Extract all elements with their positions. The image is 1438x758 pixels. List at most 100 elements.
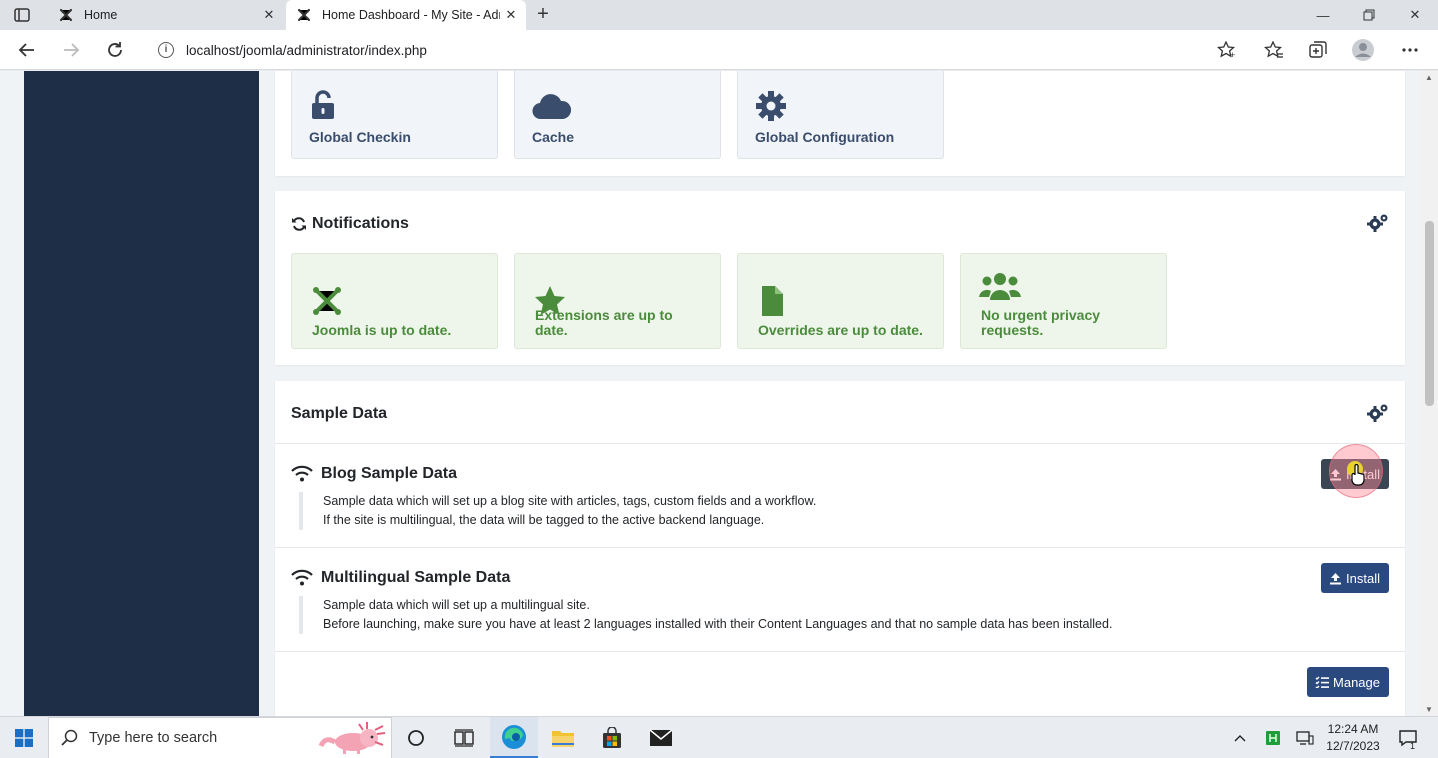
windows-start-icon[interactable] xyxy=(0,717,48,758)
unlock-icon xyxy=(312,90,334,119)
left-gutter xyxy=(0,71,24,716)
description-line: Sample data which will set up a multilin… xyxy=(323,598,590,612)
address-bar-row: i localhost/joomla/administrator/index.p… xyxy=(0,30,1438,70)
refresh-icon[interactable] xyxy=(102,38,128,62)
joomla-icon xyxy=(313,287,341,315)
windows-taskbar: Type here to search 12:24 AM 12/7/2023 1 xyxy=(0,716,1438,758)
notifications-title-text: Notifications xyxy=(312,215,409,232)
list-check-icon xyxy=(1315,676,1330,688)
button-label: Install xyxy=(1346,570,1380,586)
users-icon xyxy=(979,273,1021,300)
wifi-icon xyxy=(291,569,313,586)
restore-icon[interactable] xyxy=(1346,0,1392,30)
divider xyxy=(275,547,1405,548)
page-scrollbar[interactable]: ▲ ▼ xyxy=(1421,71,1438,716)
module-options-icon[interactable] xyxy=(1367,403,1389,423)
sample-data-card: Sample Data Blog Sample Data Sample data… xyxy=(275,381,1405,716)
button-label: Manage xyxy=(1333,674,1380,690)
quickicon-label: Global Checkin xyxy=(309,129,411,145)
joomla-favicon-icon xyxy=(59,8,73,22)
quickicon-label: Global Configuration xyxy=(755,129,895,145)
module-options-icon[interactable] xyxy=(1367,213,1389,233)
tab-home-dashboard[interactable]: Home Dashboard - My Site - Administratio… xyxy=(286,0,526,30)
joomla-favicon-icon xyxy=(297,8,311,22)
close-tab-icon[interactable]: ✕ xyxy=(262,8,276,22)
close-window-icon[interactable]: ✕ xyxy=(1392,0,1438,30)
scrollbar-thumb[interactable] xyxy=(1425,221,1434,406)
search-icon xyxy=(61,729,78,746)
blog-sample-data-title: Blog Sample Data xyxy=(291,465,457,483)
quickicon-global-checkin[interactable]: Global Checkin xyxy=(291,71,498,159)
multilingual-sample-data-title: Multilingual Sample Data xyxy=(291,569,510,587)
tab-title: Home xyxy=(84,8,118,22)
scroll-up-icon[interactable]: ▲ xyxy=(1425,73,1433,82)
quickicon-global-configuration[interactable]: Global Configuration xyxy=(737,71,944,159)
more-menu-icon[interactable] xyxy=(1397,38,1423,62)
search-placeholder: Type here to search xyxy=(89,730,218,746)
multilingual-sample-data-description: Sample data which will set up a multilin… xyxy=(299,596,1112,634)
svg-text:+: + xyxy=(1230,50,1235,59)
file-explorer-icon[interactable] xyxy=(539,717,587,758)
site-info-icon[interactable]: i xyxy=(158,42,174,58)
mail-icon[interactable] xyxy=(637,717,685,758)
microsoft-store-icon[interactable] xyxy=(588,717,636,758)
axolotl-search-art-icon xyxy=(318,722,386,754)
notifications-card: Notifications Joomla is up to date. Exte… xyxy=(275,191,1405,365)
action-center-icon[interactable]: 1 xyxy=(1394,717,1422,758)
tab-home[interactable]: Home ✕ xyxy=(48,0,284,30)
notification-label: No urgent privacy requests. xyxy=(981,307,1101,338)
tab-title: Home Dashboard - My Site - Administratio… xyxy=(322,8,500,22)
network-icon[interactable] xyxy=(1292,717,1318,758)
notification-label: Joomla is up to date. xyxy=(312,322,452,338)
collections-icon[interactable] xyxy=(1305,38,1331,62)
taskbar-search-box[interactable]: Type here to search xyxy=(48,717,392,758)
tray-app-icon[interactable] xyxy=(1260,717,1286,758)
scroll-down-icon[interactable]: ▼ xyxy=(1425,705,1433,714)
sync-icon xyxy=(292,217,306,231)
tab-actions-icon[interactable] xyxy=(10,6,34,24)
system-clock[interactable]: 12:24 AM 12/7/2023 xyxy=(1320,721,1386,755)
notification-count-badge: 1 xyxy=(1410,741,1416,751)
notification-overrides[interactable]: Overrides are up to date. xyxy=(737,253,944,349)
upload-icon xyxy=(1330,572,1342,584)
sample-data-title: Sample Data xyxy=(291,405,388,422)
description-line: If the site is multilingual, the data wi… xyxy=(323,513,765,527)
forward-arrow-icon[interactable] xyxy=(58,38,84,62)
page-viewport: Global Checkin Cache Global Configuratio… xyxy=(0,71,1438,716)
divider xyxy=(275,443,1405,444)
row-title-text: Blog Sample Data xyxy=(321,465,458,482)
install-multilingual-sample-button[interactable]: Install xyxy=(1321,563,1389,593)
favorites-icon[interactable] xyxy=(1261,38,1287,62)
admin-sidebar xyxy=(24,71,259,716)
description-line: Before launching, make sure you have at … xyxy=(323,617,1113,631)
task-view-icon[interactable] xyxy=(440,717,488,758)
back-arrow-icon[interactable] xyxy=(14,38,40,62)
close-tab-icon[interactable]: ✕ xyxy=(504,8,518,22)
profile-avatar-icon[interactable] xyxy=(1350,38,1376,62)
url-field[interactable]: i localhost/joomla/administrator/index.p… xyxy=(146,35,1246,65)
notification-extensions[interactable]: Extensions are up to date. xyxy=(514,253,721,349)
description-line: Sample data which will set up a blog sit… xyxy=(323,494,817,508)
new-tab-button[interactable]: + xyxy=(532,4,554,26)
manage-sample-data-button[interactable]: Manage xyxy=(1307,667,1389,697)
hand-cursor-icon xyxy=(1351,464,1365,486)
row-title-text: Multilingual Sample Data xyxy=(321,569,511,586)
cloud-icon xyxy=(532,94,571,120)
blog-sample-data-description: Sample data which will set up a blog sit… xyxy=(299,492,816,530)
notification-label: Extensions are up to date. xyxy=(535,307,673,338)
quickicon-cache[interactable]: Cache xyxy=(514,71,721,159)
edge-browser-icon[interactable] xyxy=(490,717,538,758)
add-favorite-icon[interactable]: + xyxy=(1214,38,1240,62)
browser-tab-bar: Home ✕ Home Dashboard - My Site - Admini… xyxy=(0,0,1438,30)
clock-time: 12:24 AM xyxy=(1327,722,1379,736)
notifications-title: Notifications xyxy=(291,215,409,233)
minimize-icon[interactable]: — xyxy=(1300,0,1346,30)
quickicon-label: Cache xyxy=(532,129,575,145)
gear-icon xyxy=(756,91,786,121)
notification-privacy[interactable]: No urgent privacy requests. xyxy=(960,253,1167,349)
notification-joomla[interactable]: Joomla is up to date. xyxy=(291,253,498,349)
wifi-icon xyxy=(291,465,313,482)
divider xyxy=(275,651,1405,652)
cortana-icon[interactable] xyxy=(392,717,440,758)
show-hidden-icons-icon[interactable] xyxy=(1228,717,1252,758)
